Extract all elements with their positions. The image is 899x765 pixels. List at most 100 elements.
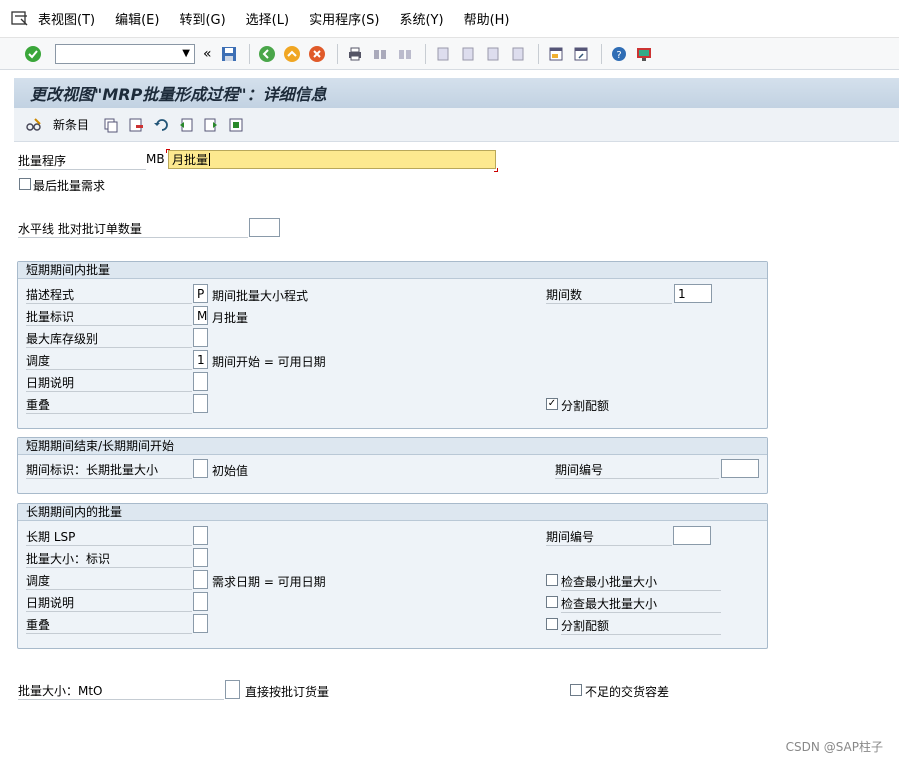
period-num-label: 期间编号 [555, 461, 719, 479]
delete-button[interactable] [126, 115, 146, 135]
date-spec-label: 日期说明 [26, 374, 192, 392]
period-ind-field[interactable] [193, 459, 208, 478]
next-page-button[interactable] [482, 43, 504, 65]
lot-proc-label: 批量程序 [18, 152, 146, 170]
schedule-label: 调度 [26, 352, 192, 370]
last-lot-label: 最后批量需求 [33, 179, 106, 193]
menu-icon[interactable] [10, 10, 30, 28]
previous-entry-button[interactable] [176, 115, 196, 135]
back-icon [258, 45, 275, 62]
find-button[interactable] [369, 43, 391, 65]
new-session-icon [549, 47, 563, 60]
horizon-field[interactable] [249, 218, 280, 237]
periods-field[interactable]: 1 [674, 284, 712, 303]
long-date-spec-label: 日期说明 [26, 594, 192, 612]
binoculars-icon [373, 49, 386, 59]
lot-proc-value: 月批量 [172, 153, 209, 167]
previous-entry-icon [180, 118, 193, 131]
menu-system[interactable]: 系统(Y) [399, 9, 443, 28]
long-overlap-field[interactable] [193, 614, 208, 633]
last-lot-checkbox[interactable] [19, 178, 31, 190]
lot-ind-field[interactable]: M [193, 306, 208, 325]
last-page-button[interactable] [507, 43, 529, 65]
long-split-quota-checkbox[interactable] [546, 618, 558, 630]
exit-icon [283, 45, 300, 62]
next-entry-button[interactable] [201, 115, 221, 135]
long-schedule-label: 调度 [26, 572, 192, 590]
first-page-button[interactable] [432, 43, 454, 65]
lsp-field[interactable] [193, 526, 208, 545]
page-title: 更改视图"MRP批量形成过程"：详细信息 [14, 78, 899, 108]
mto-label: 批量大小：MtO [18, 682, 224, 700]
next-page-icon [487, 47, 499, 60]
lsp-label: 长期 LSP [26, 528, 192, 546]
long-schedule-field[interactable] [193, 570, 208, 589]
find-next-button[interactable] [394, 43, 416, 65]
monitor-icon [636, 47, 651, 61]
period-ind-text: 初始值 [212, 464, 249, 478]
group-title: 长期期间内的批量 [18, 504, 767, 521]
lot-size-ind-label: 批量大小：标识 [26, 550, 192, 568]
print-button[interactable] [344, 43, 366, 65]
exit-button[interactable] [281, 43, 303, 65]
next-entry-icon [204, 118, 218, 131]
copy-as-button[interactable] [101, 115, 121, 135]
max-stock-label: 最大库存级别 [26, 330, 192, 348]
long-overlap-label: 重叠 [26, 616, 192, 634]
shortcut-icon [574, 47, 588, 60]
check-max-checkbox[interactable] [546, 596, 558, 608]
toolbar-divider [336, 43, 338, 64]
periods-label: 期间数 [546, 286, 672, 304]
cancel-button[interactable] [306, 43, 328, 65]
collapse-command-icon[interactable]: « [203, 46, 212, 62]
help-button[interactable]: ? [608, 43, 630, 65]
short-delivery-checkbox[interactable] [570, 684, 582, 696]
toolbar-divider [600, 43, 602, 64]
schedule-field[interactable]: 1 [193, 350, 208, 369]
period-num-field[interactable] [721, 459, 759, 478]
menu-goto[interactable]: 转到(G) [179, 9, 225, 28]
lot-ind-text: 月批量 [212, 311, 249, 325]
lot-proc-field[interactable]: 月批量 [168, 150, 496, 169]
back-button[interactable] [256, 43, 278, 65]
prev-page-icon [462, 47, 474, 60]
split-quota-checkbox[interactable]: ✓ [546, 398, 558, 410]
customize-layout-button[interactable] [633, 43, 655, 65]
menu-edit[interactable]: 编辑(E) [115, 9, 159, 28]
menu-help[interactable]: 帮助(H) [464, 9, 510, 28]
save-button[interactable] [218, 43, 240, 65]
menu-table-view[interactable]: 表视图(T) [38, 9, 95, 28]
save-icon [221, 46, 236, 61]
prev-page-button[interactable] [457, 43, 479, 65]
cancel-icon [308, 45, 325, 62]
overlap-field[interactable] [193, 394, 208, 413]
max-stock-field[interactable] [193, 328, 208, 347]
binoculars-next-icon [398, 49, 411, 59]
lot-size-ind-field[interactable] [193, 548, 208, 567]
new-session-button[interactable] [545, 43, 567, 65]
chevron-down-icon[interactable]: ▼ [182, 48, 190, 59]
new-entries-button[interactable]: 新条目 [53, 116, 89, 133]
check-min-checkbox[interactable] [546, 574, 558, 586]
undo-button[interactable] [151, 115, 171, 135]
help-icon: ? [611, 46, 626, 61]
date-spec-field[interactable] [193, 372, 208, 391]
split-quota-label: 分割配额 [561, 399, 610, 413]
select-all-button[interactable] [226, 115, 246, 135]
enter-button[interactable] [22, 43, 44, 65]
menu-selection[interactable]: 选择(L) [246, 9, 289, 28]
period-ind-label: 期间标识：长期批量大小 [26, 461, 192, 479]
command-field[interactable]: ▼ [55, 43, 195, 64]
horizon-label: 水平线 批对批订单数量 [18, 220, 248, 238]
shortcut-button[interactable] [570, 43, 592, 65]
desc-field[interactable]: P [193, 284, 208, 303]
overlap-label: 重叠 [26, 396, 192, 414]
long-date-spec-field[interactable] [193, 592, 208, 611]
text-cursor [209, 153, 211, 166]
menu-bar: 表视图(T) 编辑(E) 转到(G) 选择(L) 实用程序(S) 系统(Y) 帮… [0, 0, 899, 38]
mto-field[interactable] [225, 680, 240, 699]
long-period-num-field[interactable] [673, 526, 711, 545]
field-corner-top-left [166, 149, 170, 153]
display-change-button[interactable] [24, 115, 44, 135]
menu-utilities[interactable]: 实用程序(S) [309, 9, 379, 28]
